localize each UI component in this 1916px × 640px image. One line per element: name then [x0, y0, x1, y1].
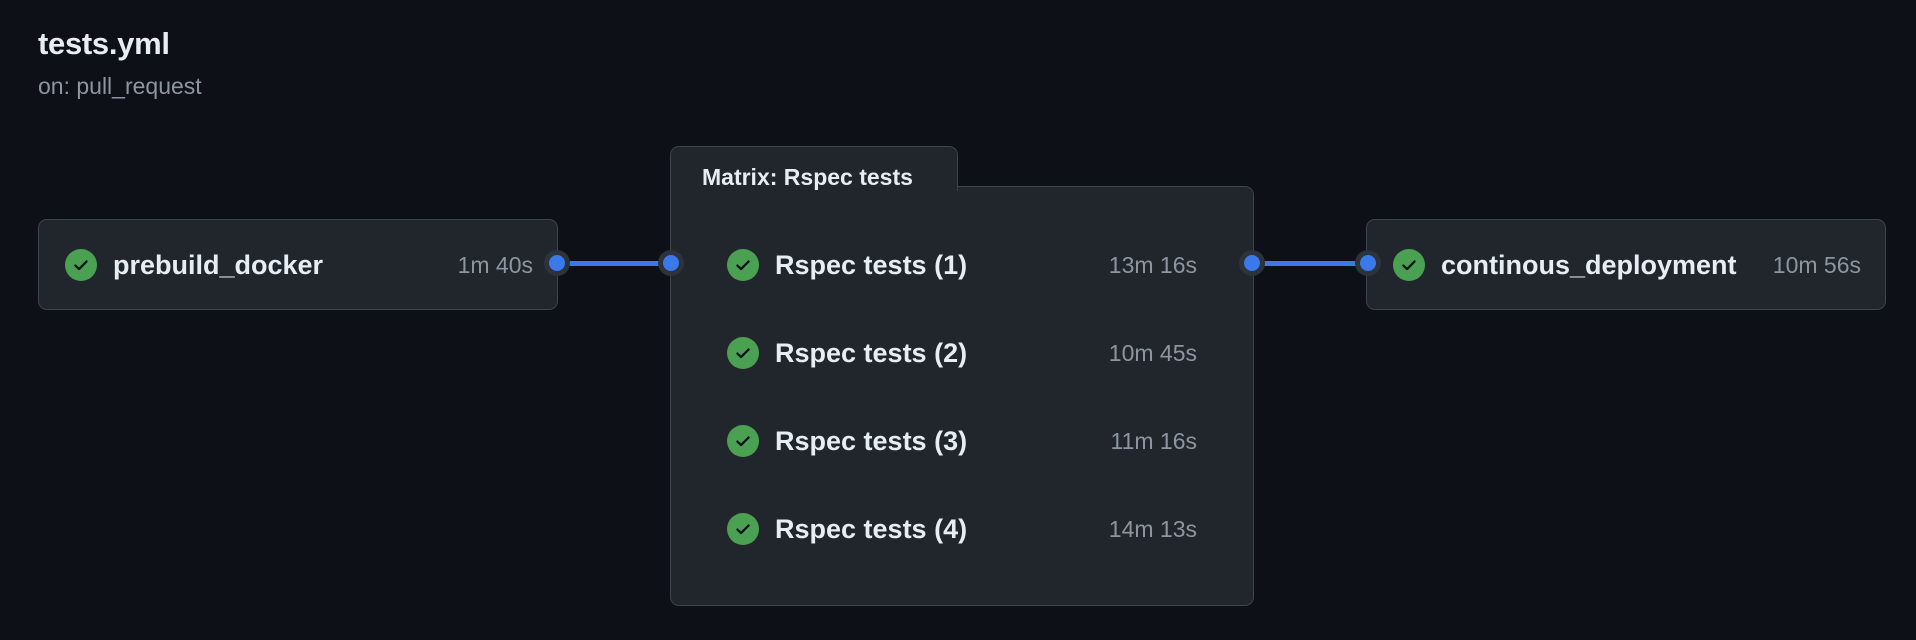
connector-dot-icon [549, 255, 565, 271]
job-name: continous_deployment [1441, 249, 1737, 280]
workflow-graph: tests.yml on: pull_request prebuild_dock… [0, 0, 1916, 640]
job-duration: 14m 13s [1108, 516, 1197, 542]
job-card-continous-deployment[interactable]: continous_deployment 10m 56s [1366, 219, 1886, 310]
matrix-job-row[interactable]: Rspec tests (3) 11m 16s [727, 424, 1197, 458]
matrix-job-row[interactable]: Rspec tests (4) 14m 13s [727, 512, 1197, 546]
job-duration: 1m 40s [457, 252, 533, 278]
check-circle-icon [727, 337, 759, 369]
connector-dot-icon [663, 255, 679, 271]
check-circle-icon [65, 249, 97, 281]
workflow-trigger: on: pull_request [38, 73, 202, 99]
job-name: Rspec tests (4) [775, 513, 968, 544]
job-name: Rspec tests (3) [775, 425, 968, 456]
job-name: prebuild_docker [113, 249, 324, 280]
check-circle-icon [727, 249, 759, 281]
job-name: Rspec tests (1) [775, 249, 968, 280]
job-row-prebuild-docker[interactable]: prebuild_docker [65, 249, 323, 281]
connector-dot-icon [1244, 255, 1260, 271]
check-circle-icon [727, 425, 759, 457]
job-duration: 10m 45s [1108, 340, 1197, 366]
connector-dot-icon [1360, 255, 1376, 271]
check-circle-icon [727, 513, 759, 545]
job-name: Rspec tests (2) [775, 337, 968, 368]
workflow-title: tests.yml [38, 26, 170, 61]
job-duration: 10m 56s [1772, 252, 1861, 278]
job-card-prebuild-docker[interactable]: prebuild_docker 1m 40s [38, 219, 558, 310]
job-row-continous-deployment[interactable]: continous_deployment [1393, 249, 1737, 281]
matrix-label: Matrix: Rspec tests [702, 164, 913, 190]
check-circle-icon [1393, 249, 1425, 281]
matrix-job-row[interactable]: Rspec tests (2) 10m 45s [727, 336, 1197, 370]
connector-line [1252, 261, 1368, 266]
connector-line [556, 261, 672, 266]
job-duration: 11m 16s [1110, 428, 1197, 454]
job-duration: 13m 16s [1108, 252, 1197, 278]
matrix-job-row[interactable]: Rspec tests (1) 13m 16s [727, 248, 1197, 282]
